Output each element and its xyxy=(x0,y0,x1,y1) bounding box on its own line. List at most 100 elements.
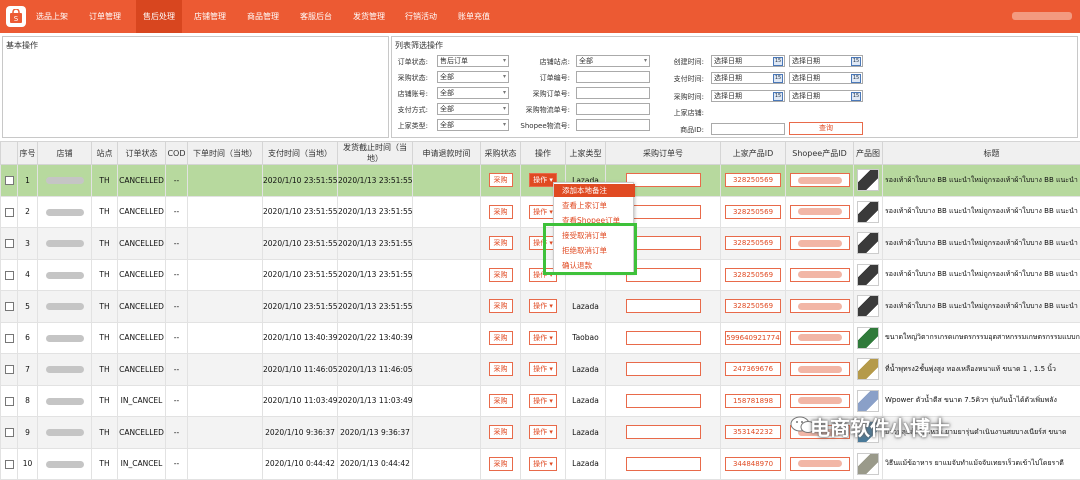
seller-product-id[interactable]: 599640921774 xyxy=(725,331,781,345)
seller-product-id[interactable]: 344848970 xyxy=(725,457,781,471)
seller-product-id[interactable]: 328250569 xyxy=(725,205,781,219)
product-thumbnail[interactable] xyxy=(857,453,879,475)
calendar-icon[interactable]: 15 xyxy=(773,57,783,66)
nav-item-customer-service[interactable]: 客服后台 xyxy=(300,0,344,33)
create-time-start[interactable]: 选择日期15 xyxy=(711,55,785,67)
table-row[interactable]: 3 TH CANCELLED -- 2020/1/10 23:51:55 202… xyxy=(1,228,1080,260)
purchase-button[interactable]: 采购 xyxy=(489,425,513,439)
shopee-product-id[interactable] xyxy=(790,268,850,282)
seller-product-id[interactable]: 247369676 xyxy=(725,362,781,376)
nav-item-marketing[interactable]: 行销活动 xyxy=(405,0,449,33)
product-thumbnail[interactable] xyxy=(857,264,879,286)
query-button[interactable]: 查询 xyxy=(789,122,863,135)
purchase-button[interactable]: 采购 xyxy=(489,173,513,187)
purchase-order-input[interactable] xyxy=(626,205,701,219)
pay-method-select[interactable]: 全部▾ xyxy=(437,103,509,115)
store-site-select[interactable]: 全部▾ xyxy=(576,55,650,67)
table-row[interactable]: 4 TH CANCELLED -- 2020/1/10 23:51:55 202… xyxy=(1,259,1080,291)
seller-product-id[interactable]: 328250569 xyxy=(725,268,781,282)
pay-time-end[interactable]: 选择日期15 xyxy=(789,72,863,84)
nav-item-product-listing[interactable]: 选品上架 xyxy=(36,0,80,33)
seller-type-select[interactable]: 全部▾ xyxy=(437,119,509,131)
table-row[interactable]: 5 TH CANCELLED -- 2020/1/10 23:51:55 202… xyxy=(1,291,1080,323)
menu-item-add-local-note[interactable]: 添加本地备注 xyxy=(554,184,635,197)
shopee-product-id[interactable] xyxy=(790,299,850,313)
product-thumbnail[interactable] xyxy=(857,232,879,254)
nav-item-shipping[interactable]: 发货管理 xyxy=(353,0,397,33)
seller-product-id[interactable]: 328250569 xyxy=(725,236,781,250)
product-id-input[interactable] xyxy=(711,123,785,135)
purchase-button[interactable]: 采购 xyxy=(489,236,513,250)
calendar-icon[interactable]: 15 xyxy=(851,74,861,83)
create-time-end[interactable]: 选择日期15 xyxy=(789,55,863,67)
calendar-icon[interactable]: 15 xyxy=(773,74,783,83)
purchase-no-input[interactable] xyxy=(576,87,650,99)
purchase-status-select[interactable]: 全部▾ xyxy=(437,71,509,83)
row-checkbox[interactable] xyxy=(5,208,14,217)
purchase-order-input[interactable] xyxy=(626,299,701,313)
operation-dropdown-button[interactable]: 操作 ▾ xyxy=(529,394,557,408)
shopee-product-id[interactable] xyxy=(790,205,850,219)
calendar-icon[interactable]: 15 xyxy=(851,92,861,101)
row-checkbox[interactable] xyxy=(5,334,14,343)
nav-item-products[interactable]: 商品管理 xyxy=(247,0,291,33)
user-account-info[interactable] xyxy=(1012,12,1072,20)
purchase-button[interactable]: 采购 xyxy=(489,394,513,408)
shopee-product-id[interactable] xyxy=(790,457,850,471)
shopee-logistics-input[interactable] xyxy=(576,119,650,131)
shopee-product-id[interactable] xyxy=(790,236,850,250)
shopee-product-id[interactable] xyxy=(790,362,850,376)
purchase-button[interactable]: 采购 xyxy=(489,362,513,376)
nav-item-after-sales[interactable]: 售后处理 xyxy=(136,0,182,33)
pay-time-start[interactable]: 选择日期15 xyxy=(711,72,785,84)
seller-product-id[interactable]: 353142232 xyxy=(725,425,781,439)
operation-dropdown-button[interactable]: 操作 ▾ xyxy=(529,362,557,376)
row-checkbox[interactable] xyxy=(5,271,14,280)
purchase-time-start[interactable]: 选择日期15 xyxy=(711,90,785,102)
nav-item-billing[interactable]: 账单充值 xyxy=(458,0,502,33)
product-thumbnail[interactable] xyxy=(857,201,879,223)
purchase-logistics-input[interactable] xyxy=(576,103,650,115)
purchase-button[interactable]: 采购 xyxy=(489,331,513,345)
product-thumbnail[interactable] xyxy=(857,358,879,380)
operation-dropdown-button[interactable]: 操作 ▾ xyxy=(529,457,557,471)
calendar-icon[interactable]: 15 xyxy=(851,57,861,66)
operation-dropdown-button[interactable]: 操作 ▾ xyxy=(529,331,557,345)
row-checkbox[interactable] xyxy=(5,239,14,248)
row-checkbox[interactable] xyxy=(5,428,14,437)
shopee-product-id[interactable] xyxy=(790,173,850,187)
calendar-icon[interactable]: 15 xyxy=(773,92,783,101)
product-thumbnail[interactable] xyxy=(857,295,879,317)
purchase-order-input[interactable] xyxy=(626,362,701,376)
table-row[interactable]: 1 TH CANCELLED -- 2020/1/10 23:51:55 202… xyxy=(1,165,1080,197)
table-row[interactable]: 2 TH CANCELLED -- 2020/1/10 23:51:55 202… xyxy=(1,196,1080,228)
order-status-select[interactable]: 售后订单▾ xyxy=(437,55,509,67)
row-checkbox[interactable] xyxy=(5,302,14,311)
seller-product-id[interactable]: 328250569 xyxy=(725,299,781,313)
purchase-button[interactable]: 采购 xyxy=(489,457,513,471)
seller-product-id[interactable]: 158781898 xyxy=(725,394,781,408)
row-checkbox[interactable] xyxy=(5,460,14,469)
purchase-order-input[interactable] xyxy=(626,457,701,471)
row-checkbox[interactable] xyxy=(5,365,14,374)
purchase-time-end[interactable]: 选择日期15 xyxy=(789,90,863,102)
purchase-order-input[interactable] xyxy=(626,173,701,187)
product-thumbnail[interactable] xyxy=(857,390,879,412)
product-thumbnail[interactable] xyxy=(857,327,879,349)
purchase-button[interactable]: 采购 xyxy=(489,268,513,282)
shopee-product-id[interactable] xyxy=(790,394,850,408)
row-checkbox[interactable] xyxy=(5,176,14,185)
shopping-bag-icon[interactable]: S xyxy=(6,6,26,27)
menu-item-view-seller-order[interactable]: 查看上家订单 xyxy=(554,199,635,212)
nav-item-stores[interactable]: 店铺管理 xyxy=(194,0,238,33)
table-row[interactable]: 6 TH CANCELLED -- 2020/1/10 13:40:39 202… xyxy=(1,322,1080,354)
product-thumbnail[interactable] xyxy=(857,169,879,191)
table-row[interactable]: 7 TH CANCELLED -- 2020/1/10 11:46:05 202… xyxy=(1,354,1080,386)
purchase-order-input[interactable] xyxy=(626,331,701,345)
seller-product-id[interactable]: 328250569 xyxy=(725,173,781,187)
purchase-order-input[interactable] xyxy=(626,425,701,439)
operation-dropdown-button[interactable]: 操作 ▾ xyxy=(529,425,557,439)
row-checkbox[interactable] xyxy=(5,397,14,406)
operation-dropdown-button[interactable]: 操作 ▾ xyxy=(529,299,557,313)
shopee-product-id[interactable] xyxy=(790,331,850,345)
